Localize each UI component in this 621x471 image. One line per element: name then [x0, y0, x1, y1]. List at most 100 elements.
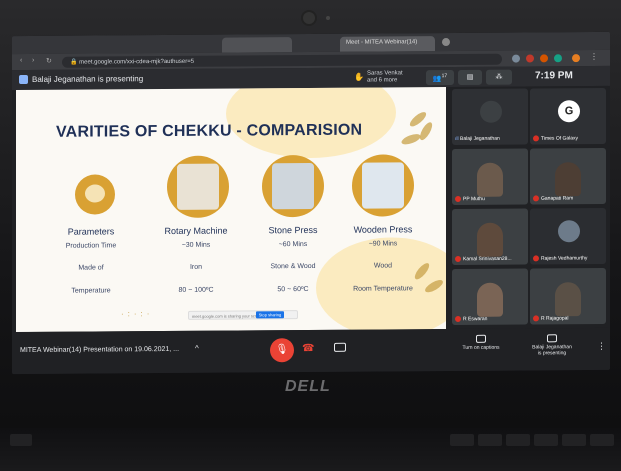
- lock-icon: 🔒: [70, 59, 80, 66]
- keyboard-key: [562, 434, 586, 446]
- activities-icon: ⁂: [495, 73, 503, 81]
- row-label: Production Time: [65, 242, 117, 250]
- url-input[interactable]: 🔒 meet.google.com/xxi-cdea-mjk?authuser=…: [62, 53, 502, 68]
- more-options-icon[interactable]: ⋮: [597, 341, 606, 352]
- leaf-decoration: [400, 132, 422, 147]
- participant-name: R Eswaran: [463, 315, 488, 322]
- people-button[interactable]: 👥17: [426, 70, 454, 86]
- participant-tile[interactable]: R Eswaran: [452, 268, 528, 326]
- new-tab-icon[interactable]: [442, 38, 450, 47]
- presentation-icon: [19, 74, 28, 85]
- webcam-led: [326, 16, 330, 20]
- mic-off-button[interactable]: 🎙: [270, 338, 294, 363]
- hang-up-button[interactable]: ☎: [302, 343, 314, 354]
- participant-tile[interactable]: R Rajagopal: [530, 267, 606, 325]
- participant-video: [555, 162, 581, 197]
- stop-sharing-button[interactable]: Stop sharing: [256, 311, 284, 319]
- extension-icon[interactable]: [554, 54, 562, 63]
- avatar: [480, 100, 502, 123]
- meet-bottom-bar: MITEA Webinar(14) Presentation on 19.06.…: [12, 327, 610, 375]
- laptop-screen: Meet - MITEA Webinar(14) ‹ › ↻ 🔒 meet.go…: [12, 31, 610, 375]
- stone-press-illustration: [272, 162, 314, 210]
- table-cell: ~90 Mins: [368, 240, 398, 248]
- mic-off-icon: [455, 255, 461, 262]
- meeting-title: MITEA Webinar(14) Presentation on 19.06.…: [20, 345, 180, 355]
- browser-tab[interactable]: [222, 37, 292, 53]
- palette-icon: [75, 174, 115, 215]
- url-text: meet.google.com/xxi-cdea-mjk?authuser=5: [79, 58, 195, 66]
- table-cell: Room Temperature: [353, 285, 413, 293]
- participant-label: Kamal Srinivasan28...: [455, 255, 512, 262]
- mic-off-icon: [533, 255, 539, 262]
- table-cell: 80 ~ 100ºC: [178, 286, 214, 294]
- participant-name: Times Of Galaxy: [541, 135, 579, 142]
- participant-label: PP Muthu: [455, 195, 485, 202]
- extension-icon[interactable]: [526, 54, 534, 63]
- participant-label: R Eswaran: [455, 315, 487, 322]
- keyboard-key: [10, 434, 32, 446]
- profile-avatar[interactable]: [572, 54, 580, 63]
- keyboard-key: [534, 434, 558, 446]
- participant-tile[interactable]: G Times Of Galaxy: [530, 87, 606, 145]
- mic-off-icon: 🎙: [275, 344, 289, 356]
- chat-button[interactable]: ▤: [458, 69, 482, 85]
- participant-label: Rajesh Vedhamurthy: [533, 255, 587, 262]
- palette-shape: [85, 184, 105, 203]
- people-icon: 👥: [432, 75, 442, 83]
- slide-title: VARITIES OF CHEKKU - COMPARISION: [56, 121, 363, 141]
- mic-off-icon: [533, 315, 539, 322]
- participant-tile[interactable]: Kamal Srinivasan28...: [452, 208, 528, 266]
- reload-icon[interactable]: ↻: [46, 57, 52, 65]
- participant-video: [477, 282, 503, 317]
- participant-tile[interactable]: ıll Balaji Jeganathan: [452, 88, 528, 146]
- captions-button[interactable]: Turn on captions: [456, 334, 506, 351]
- back-icon[interactable]: ‹: [20, 57, 22, 64]
- forward-icon[interactable]: ›: [32, 57, 34, 64]
- presentation-slide: VARITIES OF CHEKKU - COMPARISION Paramet…: [16, 87, 446, 333]
- participant-tile[interactable]: PP Muthu: [452, 148, 528, 206]
- table-cell: ~30 Mins: [181, 241, 211, 249]
- participant-tile[interactable]: Ganapati Ram: [530, 147, 606, 205]
- table-cell: ~60 Mins: [278, 241, 308, 249]
- chat-icon: ▤: [466, 73, 474, 81]
- present-now-button[interactable]: Balaji Jeganathan is presenting: [522, 334, 582, 356]
- participant-name: Balaji Jeganathan: [460, 135, 500, 142]
- mic-off-icon: [455, 315, 461, 322]
- activities-button[interactable]: ⁂: [486, 69, 512, 85]
- laptop-bezel: Meet - MITEA Webinar(14) ‹ › ↻ 🔒 meet.go…: [0, 0, 621, 471]
- keyboard-key: [450, 434, 474, 446]
- table-cell: 50 ~ 60ºC: [277, 286, 309, 294]
- stone-press-image: [262, 154, 324, 218]
- camera-button[interactable]: [334, 342, 346, 352]
- wooden-press-image: [352, 154, 414, 217]
- saras-notice: Saras Venkat and 6 more: [367, 70, 403, 84]
- table-cell: Stone & Wood: [270, 262, 316, 271]
- browser-menu-icon[interactable]: ⋮: [590, 52, 598, 61]
- participant-label: Ganapati Ram: [533, 195, 573, 202]
- mic-off-icon: [533, 195, 539, 202]
- keyboard-key: [506, 434, 530, 446]
- presenting-line2: is presenting: [537, 350, 567, 357]
- row-label: Made of: [78, 264, 104, 272]
- table-cell: Wood: [373, 262, 393, 270]
- rotary-machine-illustration: [177, 163, 219, 210]
- participant-name: PP Muthu: [463, 195, 485, 202]
- header-wooden-press: Wooden Press: [353, 224, 413, 235]
- participant-tile[interactable]: Rajesh Vedhamurthy: [530, 207, 606, 265]
- dot-decoration: ·:·:·: [121, 309, 154, 319]
- webcam-icon: [303, 12, 315, 24]
- extension-icon[interactable]: [540, 54, 548, 63]
- extension-icon[interactable]: [512, 54, 520, 63]
- participant-video: [477, 162, 503, 197]
- dell-logo: DELL: [285, 378, 331, 395]
- participant-name: Ganapati Ram: [541, 195, 574, 202]
- chevron-up-icon[interactable]: ^: [195, 344, 199, 353]
- presenting-banner: Balaji Jeganathan is presenting: [32, 74, 144, 84]
- captions-label: Turn on captions: [462, 344, 500, 351]
- header-rotary-machine: Rotary Machine: [164, 225, 228, 237]
- participant-name: R Rajagopal: [541, 315, 569, 322]
- participant-video: [555, 282, 581, 317]
- leaf-decoration: [417, 120, 435, 142]
- saras-line2: and 6 more: [367, 77, 398, 84]
- browser-tab-active[interactable]: Meet - MITEA Webinar(14): [340, 36, 435, 52]
